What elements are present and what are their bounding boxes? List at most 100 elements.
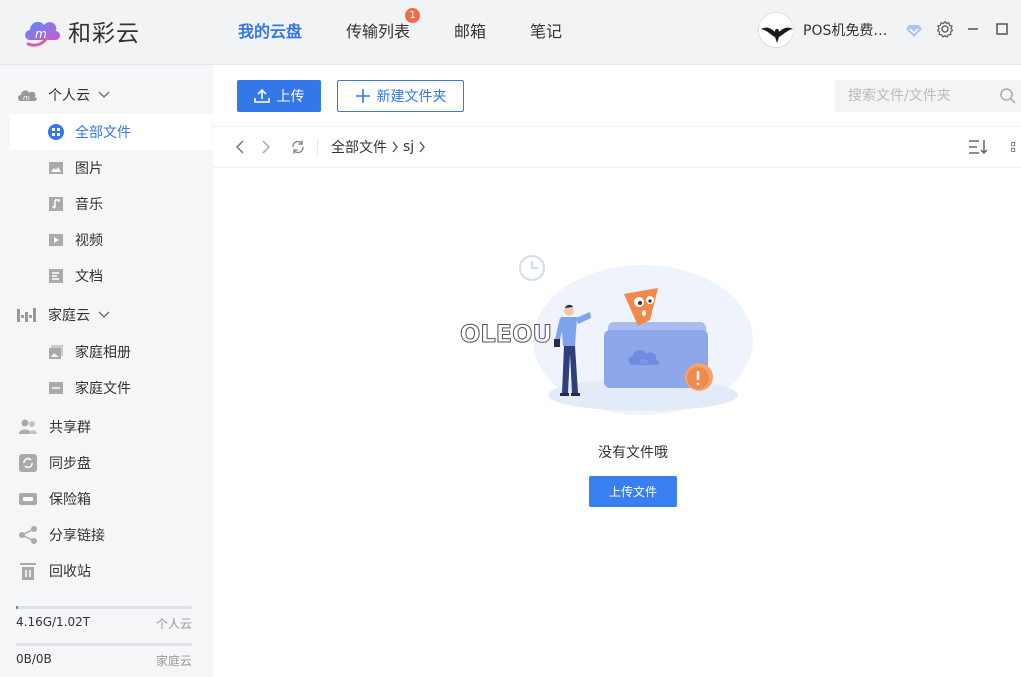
sidebar-item-recycle-bin[interactable]: 回收站 <box>0 553 212 589</box>
refresh-icon[interactable] <box>289 138 307 156</box>
family-quota-bar <box>16 643 192 646</box>
cloud-icon: m <box>18 90 37 102</box>
vip-diamond-icon[interactable] <box>905 21 923 39</box>
cloud-logo-icon: m <box>25 21 60 47</box>
safe-icon <box>19 493 37 505</box>
nav-transfer-list[interactable]: 传输列表 1 <box>346 8 421 42</box>
nav-notes[interactable]: 笔记 <box>530 18 562 42</box>
music-icon <box>49 197 63 211</box>
album-icon <box>49 345 63 359</box>
search-box <box>835 80 1021 112</box>
empty-folder-illustration: m OLEOU <box>460 255 753 415</box>
image-icon <box>49 162 63 174</box>
breadcrumb-divider <box>317 139 318 155</box>
family-quota-info: 0B/0B 家庭云 <box>16 652 192 669</box>
back-chevron-icon[interactable] <box>231 138 249 156</box>
maximize-icon[interactable] <box>991 18 1013 40</box>
top-bar: m 和彩云 我的云盘 传输列表 1 邮箱 笔记 POS机免费申请... <box>0 0 1021 65</box>
sync-icon <box>19 454 37 472</box>
breadcrumb-underline <box>213 167 1021 168</box>
nav-transfer-label: 传输列表 <box>346 22 411 41</box>
upload-button-label: 上传 <box>276 89 305 105</box>
sidebar-item-label: 音乐 <box>75 197 103 213</box>
svg-text:m: m <box>640 357 648 366</box>
sidebar-item-label: 家庭文件 <box>75 381 131 397</box>
sidebar-item-label: 家庭相册 <box>75 345 131 361</box>
sidebar-item-sync-disk[interactable]: 同步盘 <box>0 445 212 481</box>
family-quota-kind: 家庭云 <box>155 654 192 668</box>
breadcrumb-bar: 全部文件 sj <box>213 127 1021 167</box>
sidebar-item-label: 全部文件 <box>75 125 131 141</box>
folder-icon <box>49 382 63 394</box>
upload-button[interactable]: 上传 <box>237 80 321 112</box>
sidebar-item-share-link[interactable]: 分享链接 <box>0 517 212 553</box>
sidebar-item-label: 文档 <box>75 269 103 285</box>
upload-file-button[interactable]: 上传文件 <box>589 476 677 507</box>
sidebar-item-safe-box[interactable]: 保险箱 <box>0 481 212 517</box>
sidebar-item-label: 同步盘 <box>49 456 91 472</box>
plus-icon <box>355 89 370 103</box>
sidebar-item-family-album[interactable]: 家庭相册 <box>10 334 212 370</box>
sidebar-item-family-files[interactable]: 家庭文件 <box>10 370 212 406</box>
breadcrumb-sj[interactable]: sj <box>403 139 414 155</box>
forward-chevron-icon[interactable] <box>257 138 275 156</box>
sidebar-group-personal-cloud[interactable]: m 个人云 <box>0 78 212 112</box>
settings-gear-icon[interactable] <box>934 18 956 40</box>
transfer-count-badge: 1 <box>405 8 421 23</box>
personal-quota-fill <box>16 606 18 609</box>
upload-icon <box>253 88 270 103</box>
personal-quota-used: 4.16G/1.02T <box>16 615 91 629</box>
sidebar-item-all-files[interactable]: 全部文件 <box>10 114 212 150</box>
family-icon <box>17 308 36 322</box>
user-profile[interactable]: POS机免费申请... <box>758 12 923 48</box>
view-grid-icon[interactable] <box>1011 138 1021 156</box>
nav-my-cloud[interactable]: 我的云盘 <box>238 18 302 42</box>
nav-mailbox[interactable]: 邮箱 <box>454 18 486 42</box>
sort-icon[interactable] <box>967 138 989 156</box>
main-panel: 上传 新建文件夹 全部文件 <box>213 65 1021 677</box>
chevron-down-icon <box>98 311 110 318</box>
personal-quota-bar <box>16 606 192 609</box>
new-folder-button[interactable]: 新建文件夹 <box>337 80 464 112</box>
personal-quota-kind: 个人云 <box>155 617 192 631</box>
username: POS机免费申请... <box>803 23 895 39</box>
app-logo[interactable]: m 和彩云 <box>22 14 140 48</box>
new-folder-button-label: 新建文件夹 <box>376 89 447 105</box>
sidebar-item-documents[interactable]: 文档 <box>10 258 212 294</box>
sidebar-group-family-cloud[interactable]: 家庭云 <box>0 298 212 332</box>
eagle-avatar-icon <box>759 13 793 47</box>
sidebar-item-label: 回收站 <box>49 564 91 580</box>
grid-icon <box>48 124 64 140</box>
empty-watermark: OLEOU <box>460 320 552 348</box>
svg-text:m: m <box>23 94 30 102</box>
personal-quota-info: 4.16G/1.02T 个人云 <box>16 615 192 632</box>
breadcrumb: 全部文件 sj <box>331 137 426 157</box>
chevron-right-icon <box>418 141 426 153</box>
chevron-right-icon <box>391 141 399 153</box>
group-icon <box>19 419 37 434</box>
sidebar-item-shared-group[interactable]: 共享群 <box>0 409 212 445</box>
sidebar-item-images[interactable]: 图片 <box>10 150 212 186</box>
breadcrumb-all-files[interactable]: 全部文件 <box>331 137 387 157</box>
empty-message: 没有文件哦 <box>598 445 668 461</box>
trash-icon <box>20 563 36 580</box>
search-input[interactable] <box>835 80 985 112</box>
sidebar-item-label: 图片 <box>75 161 103 177</box>
main-nav: 我的云盘 传输列表 1 邮箱 笔记 <box>238 0 606 60</box>
minimize-icon[interactable] <box>962 18 984 40</box>
sidebar-group-label: 个人云 <box>48 88 90 104</box>
sidebar-item-label: 保险箱 <box>49 492 91 508</box>
sidebar-item-label: 共享群 <box>49 420 91 436</box>
sidebar-item-label: 视频 <box>75 233 103 249</box>
sidebar-item-label: 分享链接 <box>49 528 105 544</box>
document-icon <box>49 269 63 283</box>
search-icon[interactable] <box>999 87 1017 105</box>
avatar[interactable] <box>758 12 794 48</box>
family-quota-used: 0B/0B <box>16 652 52 666</box>
sidebar-item-music[interactable]: 音乐 <box>10 186 212 222</box>
svg-text:m: m <box>35 27 47 41</box>
video-icon <box>49 234 63 246</box>
sidebar-item-video[interactable]: 视频 <box>10 222 212 258</box>
sidebar-group-label: 家庭云 <box>48 308 90 324</box>
share-icon <box>19 526 37 544</box>
